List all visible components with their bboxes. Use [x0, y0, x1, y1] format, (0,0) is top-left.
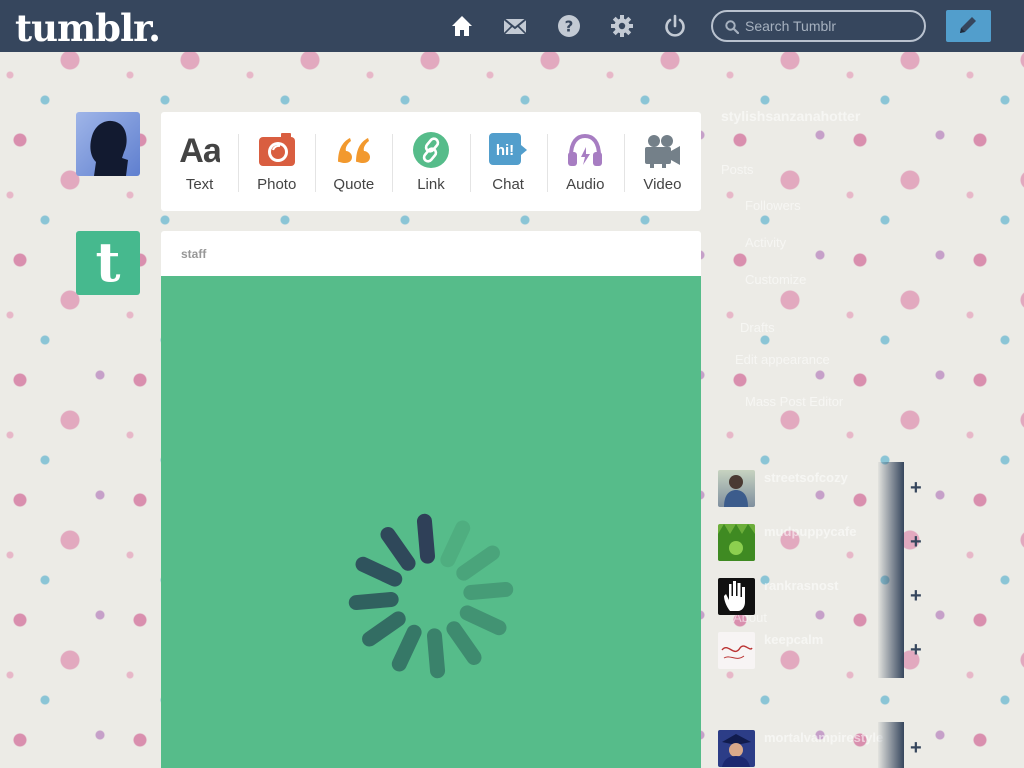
- blog-name[interactable]: rankrasnost: [764, 578, 838, 593]
- blog-name[interactable]: keepcalm: [764, 632, 823, 647]
- blog-name[interactable]: mudpuppycafe: [764, 524, 856, 539]
- sidebar-link[interactable]: Mass Post Editor: [745, 394, 843, 409]
- post-type-video[interactable]: Video: [623, 112, 701, 211]
- sidebar-link[interactable]: Activity: [745, 235, 786, 250]
- hand-icon[interactable]: [718, 578, 755, 615]
- quote-icon: [334, 130, 374, 170]
- post-type-chat[interactable]: hi! Chat: [469, 112, 547, 211]
- recommended-blog[interactable]: rankrasnost +: [718, 570, 922, 624]
- recommended-blog[interactable]: keepcalm +: [718, 624, 922, 678]
- follow-plus-icon[interactable]: +: [910, 640, 922, 660]
- post-author[interactable]: staff: [181, 247, 206, 261]
- pencil-icon: [960, 17, 976, 33]
- home-icon[interactable]: [450, 14, 474, 38]
- user-avatar[interactable]: [76, 112, 140, 176]
- svg-text:?: ?: [565, 18, 574, 36]
- sidebar-blog-name[interactable]: stylishsanzanahotter: [721, 108, 860, 124]
- post-type-label: Text: [185, 176, 214, 193]
- inbox-icon[interactable]: [503, 14, 527, 38]
- post-type-label: Chat: [492, 176, 524, 193]
- follow-plus-icon[interactable]: +: [910, 738, 922, 758]
- logout-icon[interactable]: [663, 14, 687, 38]
- camera-icon: [257, 130, 297, 170]
- sidebar-link[interactable]: Edit appearance: [735, 352, 830, 367]
- link-icon: [411, 130, 451, 170]
- post-type-link[interactable]: Link: [392, 112, 469, 211]
- svg-text:hi!: hi!: [496, 142, 514, 159]
- staff-avatar[interactable]: t: [76, 231, 140, 295]
- post-type-label: Photo: [257, 176, 297, 193]
- blog-avatar[interactable]: [718, 730, 755, 767]
- post-type-label: Link: [417, 176, 445, 193]
- blog-name[interactable]: mortalvampirestyle: [764, 730, 883, 745]
- blog-name[interactable]: streetsofcozy: [764, 470, 848, 485]
- post-type-label: Quote: [333, 176, 375, 193]
- post-type-audio[interactable]: Audio: [546, 112, 624, 211]
- chat-icon: hi!: [488, 130, 528, 170]
- sidebar-link[interactable]: Customize: [745, 272, 806, 287]
- follow-plus-icon[interactable]: +: [910, 478, 922, 498]
- top-navigation-bar: tumblr. ?: [0, 0, 1024, 52]
- follow-plus-icon[interactable]: +: [910, 586, 922, 606]
- recommended-blog[interactable]: mortalvampirestyle +: [718, 722, 922, 768]
- follow-plus-icon[interactable]: +: [910, 532, 922, 552]
- dashboard-post: staff: [161, 231, 701, 768]
- search-box: [711, 10, 926, 42]
- post-type-photo[interactable]: Photo: [238, 112, 315, 211]
- search-input[interactable]: [745, 16, 915, 36]
- search-icon: [725, 20, 739, 34]
- tumblr-logo[interactable]: tumblr.: [15, 6, 161, 50]
- help-icon[interactable]: ?: [557, 14, 581, 38]
- post-type-label: Video: [643, 176, 682, 193]
- silhouette-icon: [90, 120, 128, 176]
- blog-avatar[interactable]: [718, 632, 755, 669]
- blog-avatar[interactable]: [718, 470, 755, 507]
- compose-button[interactable]: [946, 10, 991, 42]
- recommended-blog[interactable]: streetsofcozy +: [718, 462, 922, 516]
- video-camera-icon: [642, 130, 682, 170]
- post-type-selector: Aa Text Photo Quote Link hi! Chat Audio: [161, 112, 701, 211]
- loading-spinner-icon: [348, 513, 514, 679]
- svg-text:Aa: Aa: [180, 132, 220, 170]
- headphones-icon: [565, 130, 605, 170]
- sidebar-link[interactable]: Followers: [745, 198, 801, 213]
- sidebar-link[interactable]: Posts: [721, 162, 754, 177]
- post-type-text[interactable]: Aa Text: [161, 112, 238, 211]
- post-type-label: Audio: [566, 176, 605, 193]
- post-media[interactable]: [161, 276, 701, 768]
- text-icon: Aa: [180, 130, 220, 170]
- settings-icon[interactable]: [610, 14, 634, 38]
- sidebar-link[interactable]: Drafts: [740, 320, 775, 335]
- blog-avatar[interactable]: [718, 524, 755, 561]
- post-type-quote[interactable]: Quote: [315, 112, 392, 211]
- recommended-blog[interactable]: mudpuppycafe +: [718, 516, 922, 570]
